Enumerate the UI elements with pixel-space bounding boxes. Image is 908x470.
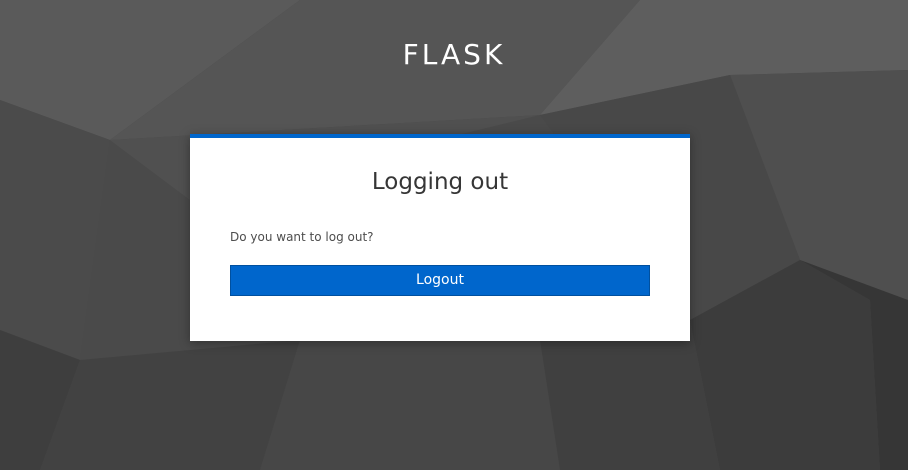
- logout-prompt: Do you want to log out?: [230, 230, 374, 244]
- realm-title: FLASK: [402, 38, 506, 71]
- logout-card: Logging out Do you want to log out? Logo…: [190, 134, 690, 341]
- page-title: Logging out: [371, 169, 509, 195]
- logout-button[interactable]: Logout: [230, 265, 650, 296]
